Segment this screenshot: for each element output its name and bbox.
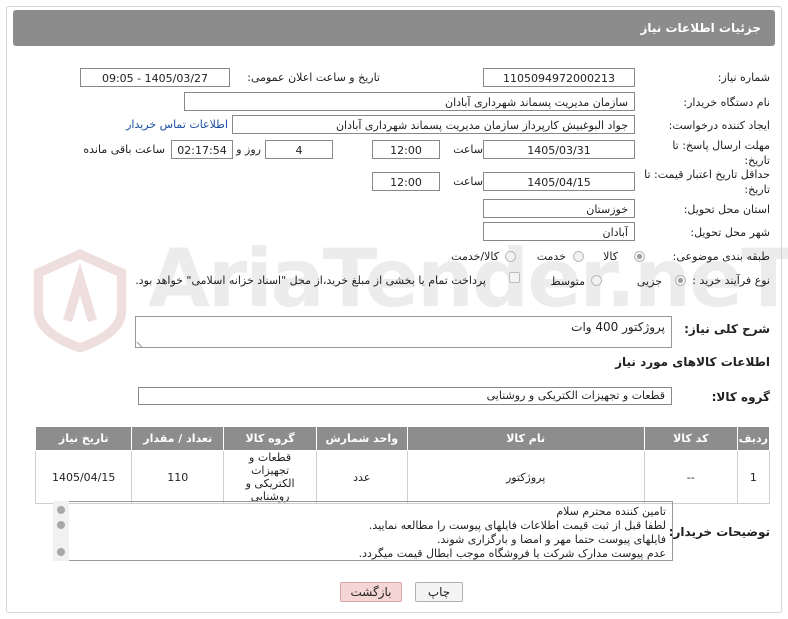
col-unit: واحد شمارش bbox=[315, 426, 408, 451]
description-field: پروژکتور 400 وات bbox=[135, 316, 672, 349]
description-text: پروژکتور 400 وات bbox=[571, 320, 665, 334]
deadline-time-field: 12:00 bbox=[372, 140, 440, 159]
col-name: نام کالا bbox=[406, 426, 645, 451]
resize-grip-icon[interactable] bbox=[136, 335, 149, 349]
buyer-note-line: فایلهای پیوست حتما مهر و امضا و بارگزاری… bbox=[437, 533, 666, 546]
category-option-goods: کالا bbox=[603, 250, 618, 263]
goods-section-title: اطلاعات کالاهای مورد نیاز bbox=[615, 355, 770, 369]
category-radio-goods[interactable] bbox=[634, 251, 645, 262]
cell-qty: 110 bbox=[131, 450, 225, 504]
need-number-field: 1105094972000213 bbox=[483, 68, 635, 87]
cell-row: 1 bbox=[736, 450, 771, 504]
need-number-label: شماره نیاز: bbox=[717, 71, 770, 84]
treasury-payment-note: پرداخت تمام یا بخشی از مبلغ خرید،از محل … bbox=[135, 274, 486, 287]
col-group: گروه کالا bbox=[223, 426, 317, 451]
buyer-org-label: نام دستگاه خریدار: bbox=[683, 96, 770, 109]
category-option-service: خدمت bbox=[536, 250, 566, 263]
remaining-time-field: 02:17:54 bbox=[171, 140, 233, 159]
scroll-down-icon[interactable] bbox=[57, 548, 65, 556]
treasury-payment-checkbox[interactable] bbox=[509, 272, 520, 283]
table-row: 1 -- پروژکتور عدد قطعات و تجهیزات الکتری… bbox=[34, 450, 771, 504]
cell-name: پروژکتور bbox=[406, 450, 645, 504]
process-option-minor: جزیی bbox=[636, 275, 662, 288]
process-radio-minor[interactable] bbox=[675, 275, 686, 286]
scroll-thumb[interactable] bbox=[57, 521, 65, 529]
print-button[interactable]: چاپ bbox=[415, 582, 463, 602]
col-row: ردیف bbox=[736, 426, 771, 451]
col-date: تاریخ نیاز bbox=[34, 426, 133, 451]
announce-label: تاریخ و ساعت اعلان عمومی: bbox=[247, 71, 380, 84]
cell-code: -- bbox=[643, 450, 738, 504]
buyer-notes-scrollbar[interactable] bbox=[53, 501, 69, 561]
days-label: روز و bbox=[236, 143, 261, 156]
city-label: شهر محل تحویل: bbox=[690, 226, 770, 239]
days-field: 4 bbox=[265, 140, 333, 159]
creator-label: ایجاد کننده درخواست: bbox=[668, 119, 770, 132]
deadline-time-label: ساعت bbox=[453, 143, 483, 156]
cell-unit: عدد bbox=[315, 450, 408, 504]
province-label: استان محل تحویل: bbox=[683, 203, 770, 216]
buyer-note-line: تامین کننده محترم سلام bbox=[556, 505, 666, 518]
price-validity-date-field: 1405/04/15 bbox=[483, 172, 635, 191]
category-label: طبقه بندی موضوعی: bbox=[672, 250, 770, 263]
creator-field: جواد البوغبیش کارپرداز سازمان مدیریت پسم… bbox=[232, 115, 635, 134]
description-label: شرح کلی نیاز: bbox=[684, 322, 770, 336]
price-validity-time-field: 12:00 bbox=[372, 172, 440, 191]
buyer-notes-label: توضیحات خریدار: bbox=[668, 525, 770, 539]
process-radio-medium[interactable] bbox=[591, 275, 602, 286]
contact-info-link[interactable]: اطلاعات تماس خریدار bbox=[126, 118, 228, 131]
province-field: خوزستان bbox=[483, 199, 635, 218]
category-radio-service[interactable] bbox=[573, 251, 584, 262]
price-validity-time-label: ساعت bbox=[453, 175, 483, 188]
goods-group-field: قطعات و تجهیزات الکتریکی و روشنایی bbox=[138, 387, 672, 405]
goods-table-header: ردیف کد کالا نام کالا واحد شمارش گروه کا… bbox=[34, 426, 771, 451]
price-validity-label: حداقل تاریخ اعتبار قیمت: تا تاریخ: bbox=[644, 168, 770, 196]
deadline-label: مهلت ارسال پاسخ: تا تاریخ: bbox=[672, 139, 770, 167]
category-radio-goods-service[interactable] bbox=[505, 251, 516, 262]
process-option-medium: متوسط bbox=[550, 275, 585, 288]
goods-group-label: گروه کالا: bbox=[711, 390, 770, 404]
buyer-org-field: سازمان مدیریت پسماند شهرداری آبادان bbox=[184, 92, 635, 111]
header-bar: جزئیات اطلاعات نیاز bbox=[13, 10, 775, 46]
announce-field: 1405/03/27 - 09:05 bbox=[80, 68, 230, 87]
col-code: کد کالا bbox=[643, 426, 738, 451]
buyer-notes-field: تامین کننده محترم سلام لطفا قبل از ثبت ق… bbox=[53, 501, 673, 561]
buyer-note-line: لطفا قبل از ثبت قیمت اطلاعات فایلهای پیو… bbox=[368, 519, 666, 532]
col-qty: تعداد / مقدار bbox=[131, 426, 225, 451]
remaining-label: ساعت باقی مانده bbox=[83, 143, 165, 156]
cell-date: 1405/04/15 bbox=[34, 450, 133, 504]
category-option-goods-service: کالا/خدمت bbox=[451, 250, 499, 263]
city-field: آبادان bbox=[483, 222, 635, 241]
process-label: نوع فرآیند خرید : bbox=[692, 274, 770, 287]
back-button[interactable]: بازگشت bbox=[340, 582, 402, 602]
buyer-note-line: عدم پیوست مدارک شرکت یا فروشگاه موجب ابط… bbox=[358, 547, 666, 560]
deadline-date-field: 1405/03/31 bbox=[483, 140, 635, 159]
page-title: جزئیات اطلاعات نیاز bbox=[640, 21, 761, 35]
cell-group: قطعات و تجهیزات الکتریکی و روشنایی bbox=[223, 450, 317, 504]
goods-table: ردیف کد کالا نام کالا واحد شمارش گروه کا… bbox=[34, 426, 771, 504]
scroll-up-icon[interactable] bbox=[57, 506, 65, 514]
